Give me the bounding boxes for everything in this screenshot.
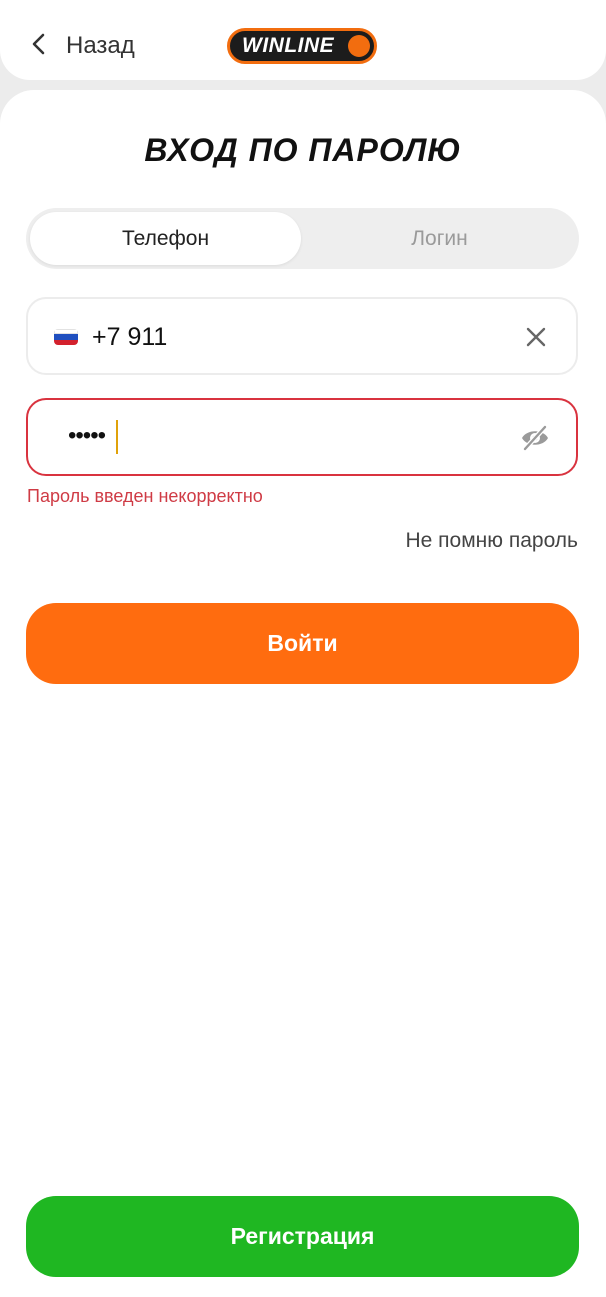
winline-logo: WINLINE bbox=[227, 28, 377, 64]
text-cursor bbox=[116, 420, 118, 454]
password-input[interactable]: ••••• bbox=[68, 422, 106, 450]
tab-login[interactable]: Логин bbox=[304, 212, 575, 265]
password-error-message: Пароль введен некорректно bbox=[27, 486, 263, 506]
back-label: Назад bbox=[66, 32, 135, 59]
back-button[interactable]: Назад bbox=[28, 26, 135, 66]
chevron-left-icon bbox=[28, 33, 50, 60]
logo-text: WINLINE bbox=[242, 34, 335, 57]
forgot-password-link[interactable]: Не помню пароль bbox=[406, 529, 579, 553]
password-field[interactable]: ••••• bbox=[26, 398, 578, 476]
register-button[interactable]: Регистрация bbox=[26, 1196, 579, 1277]
top-bar: Назад WINLINE bbox=[0, 0, 606, 80]
eye-off-icon[interactable] bbox=[520, 424, 550, 452]
phone-input[interactable]: +7 911 bbox=[92, 323, 167, 352]
login-card bbox=[0, 90, 606, 1297]
login-method-tabs: Телефон Логин bbox=[26, 208, 579, 269]
russia-flag-icon bbox=[54, 329, 78, 345]
tab-phone[interactable]: Телефон bbox=[30, 212, 301, 265]
close-icon[interactable] bbox=[524, 325, 548, 349]
logo-dot bbox=[348, 35, 370, 57]
phone-field[interactable]: +7 911 bbox=[26, 297, 578, 375]
page-title: ВХОД ПО ПАРОЛЮ bbox=[144, 132, 462, 168]
login-button[interactable]: Войти bbox=[26, 603, 579, 684]
